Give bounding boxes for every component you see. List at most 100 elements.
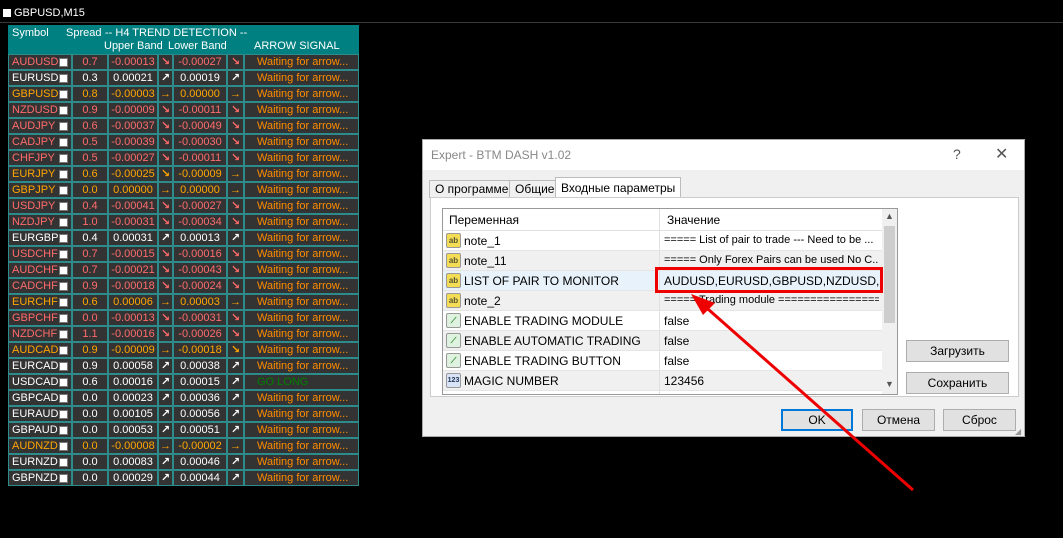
- arrow-signal-cell: Waiting for arrow...: [244, 118, 359, 134]
- symbol-checkbox[interactable]: [59, 410, 68, 419]
- scroll-down-icon[interactable]: ▼: [885, 379, 894, 389]
- symbol-checkbox[interactable]: [59, 106, 68, 115]
- resize-grip-icon[interactable]: ◢: [1015, 427, 1023, 436]
- upper-band-cell: 0.00031: [108, 230, 158, 246]
- upper-trend-arrow-icon: ↗: [158, 374, 173, 390]
- parameter-value[interactable]: ===== Only Forex Pairs can be used No C.…: [664, 254, 879, 266]
- symbol-checkbox[interactable]: [59, 298, 68, 307]
- symbol-checkbox[interactable]: [59, 90, 68, 99]
- symbol-checkbox[interactable]: [59, 330, 68, 339]
- arrow-signal-cell: Waiting for arrow...: [244, 310, 359, 326]
- upper-trend-arrow-icon: ↗: [158, 390, 173, 406]
- column-variable[interactable]: Переменная: [449, 213, 519, 227]
- symbol-checkbox[interactable]: [59, 458, 68, 467]
- parameter-row[interactable]: ⟋ ENABLE AUTOMATIC TRADING false: [443, 331, 882, 351]
- scroll-up-icon[interactable]: ▲: [885, 211, 894, 221]
- parameters-grid: Переменная Значение ab note_1 ===== List o…: [442, 208, 898, 395]
- upper-trend-arrow-icon: →: [158, 438, 173, 454]
- symbol-checkbox[interactable]: [59, 378, 68, 387]
- tab-about[interactable]: О программе: [429, 180, 515, 198]
- symbol-checkbox[interactable]: [59, 122, 68, 131]
- upper-trend-arrow-icon: ↗: [158, 358, 173, 374]
- arrow-signal-cell: Waiting for arrow...: [244, 262, 359, 278]
- table-row: EURUSD 0.3 0.00021 ↗ 0.00019 ↗ Waiting for arr…: [8, 70, 359, 86]
- symbol-checkbox[interactable]: [59, 138, 68, 147]
- upper-band-cell: -0.00041: [108, 198, 158, 214]
- upper-trend-arrow-icon: ↘: [158, 278, 173, 294]
- lower-band-cell: -0.00026: [173, 326, 227, 342]
- symbol-checkbox[interactable]: [59, 426, 68, 435]
- symbol-checkbox[interactable]: [59, 74, 68, 83]
- symbol-checkbox[interactable]: [59, 218, 68, 227]
- header-spread: Spread: [66, 27, 102, 39]
- symbol-checkbox[interactable]: [59, 58, 68, 67]
- parameter-value[interactable]: false: [664, 354, 879, 368]
- symbol-checkbox[interactable]: [59, 202, 68, 211]
- symbol-checkbox[interactable]: [59, 282, 68, 291]
- parameter-value[interactable]: ===== Trading module =================: [664, 294, 879, 306]
- parameter-value[interactable]: false: [664, 334, 879, 348]
- lower-trend-arrow-icon: ↗: [227, 422, 244, 438]
- symbol-checkbox[interactable]: [59, 186, 68, 195]
- save-button[interactable]: Сохранить: [906, 372, 1009, 394]
- lower-band-cell: -0.00011: [173, 102, 227, 118]
- lower-band-cell: -0.00034: [173, 214, 227, 230]
- symbol-checkbox[interactable]: [59, 266, 68, 275]
- symbol-checkbox[interactable]: [59, 474, 68, 483]
- parameter-value[interactable]: 123456: [664, 374, 879, 388]
- grid-scrollbar[interactable]: ▲ ▼: [882, 209, 897, 394]
- screen: GBPUSD,M15 Symbol Spread -- H4 TREND DET…: [0, 0, 1063, 538]
- help-icon[interactable]: ?: [953, 146, 961, 162]
- upper-trend-arrow-icon: ↘: [158, 214, 173, 230]
- lower-trend-arrow-icon: ↘: [227, 326, 244, 342]
- arrow-signal-cell: Waiting for arrow...: [244, 150, 359, 166]
- upper-band-cell: 0.00023: [108, 390, 158, 406]
- symbol-checkbox[interactable]: [59, 394, 68, 403]
- symbol-checkbox[interactable]: [59, 314, 68, 323]
- arrow-signal-cell: Waiting for arrow...: [244, 166, 359, 182]
- string-param-icon: ab: [446, 253, 461, 268]
- arrow-signal-cell: Waiting for arrow...: [244, 54, 359, 70]
- symbol-checkbox[interactable]: [59, 442, 68, 451]
- parameter-value[interactable]: false: [664, 314, 879, 328]
- symbol-checkbox[interactable]: [59, 250, 68, 259]
- parameter-row[interactable]: ⟋ ENABLE TRADING BUTTON false: [443, 351, 882, 371]
- spread-cell: 0.4: [72, 230, 108, 246]
- symbol-checkbox[interactable]: [59, 346, 68, 355]
- reset-button[interactable]: Сброс: [943, 409, 1016, 431]
- spread-cell: 0.0: [72, 470, 108, 486]
- symbol-checkbox[interactable]: [59, 154, 68, 163]
- string-param-icon: ab: [446, 233, 461, 248]
- parameter-value[interactable]: ===== List of pair to trade --- Need to …: [664, 234, 879, 246]
- column-value[interactable]: Значение: [667, 213, 720, 227]
- lower-band-cell: 0.00036: [173, 390, 227, 406]
- upper-band-cell: -0.00008: [108, 438, 158, 454]
- scroll-thumb[interactable]: [884, 226, 895, 323]
- cancel-button[interactable]: Отмена: [862, 409, 935, 431]
- symbol-checkbox[interactable]: [59, 362, 68, 371]
- tab-input-parameters[interactable]: Входные параметры: [555, 177, 682, 198]
- spread-cell: 0.6: [72, 374, 108, 390]
- symbol-cell: AUDUSD: [8, 54, 72, 70]
- ok-button[interactable]: OK: [781, 409, 853, 431]
- load-button[interactable]: Загрузить: [906, 340, 1009, 362]
- upper-band-cell: 0.00105: [108, 406, 158, 422]
- lower-band-cell: -0.00030: [173, 134, 227, 150]
- tab-common[interactable]: Общие: [509, 180, 561, 198]
- parameter-row[interactable]: ab note_2 ===== Trading module ===========…: [443, 291, 882, 311]
- symbol-checkbox[interactable]: [59, 170, 68, 179]
- spread-cell: 0.9: [72, 102, 108, 118]
- upper-band-cell: -0.00009: [108, 102, 158, 118]
- parameter-row[interactable]: 123 MAGIC NUMBER 123456: [443, 371, 882, 391]
- symbol-label: GBPAUD: [12, 424, 58, 436]
- number-param-icon: 123: [446, 373, 461, 388]
- parameter-row[interactable]: ⟋ ENABLE TRADING MODULE false: [443, 311, 882, 331]
- symbol-cell: GBPCHF: [8, 310, 72, 326]
- close-icon[interactable]: ✕: [995, 144, 1008, 164]
- symbol-checkbox[interactable]: [59, 234, 68, 243]
- spread-cell: 0.0: [72, 390, 108, 406]
- parameter-row[interactable]: ab note_1 ===== List of pair to trade --- …: [443, 231, 882, 251]
- upper-trend-arrow-icon: →: [158, 182, 173, 198]
- upper-band-cell: 0.00083: [108, 454, 158, 470]
- lower-band-cell: 0.00015: [173, 374, 227, 390]
